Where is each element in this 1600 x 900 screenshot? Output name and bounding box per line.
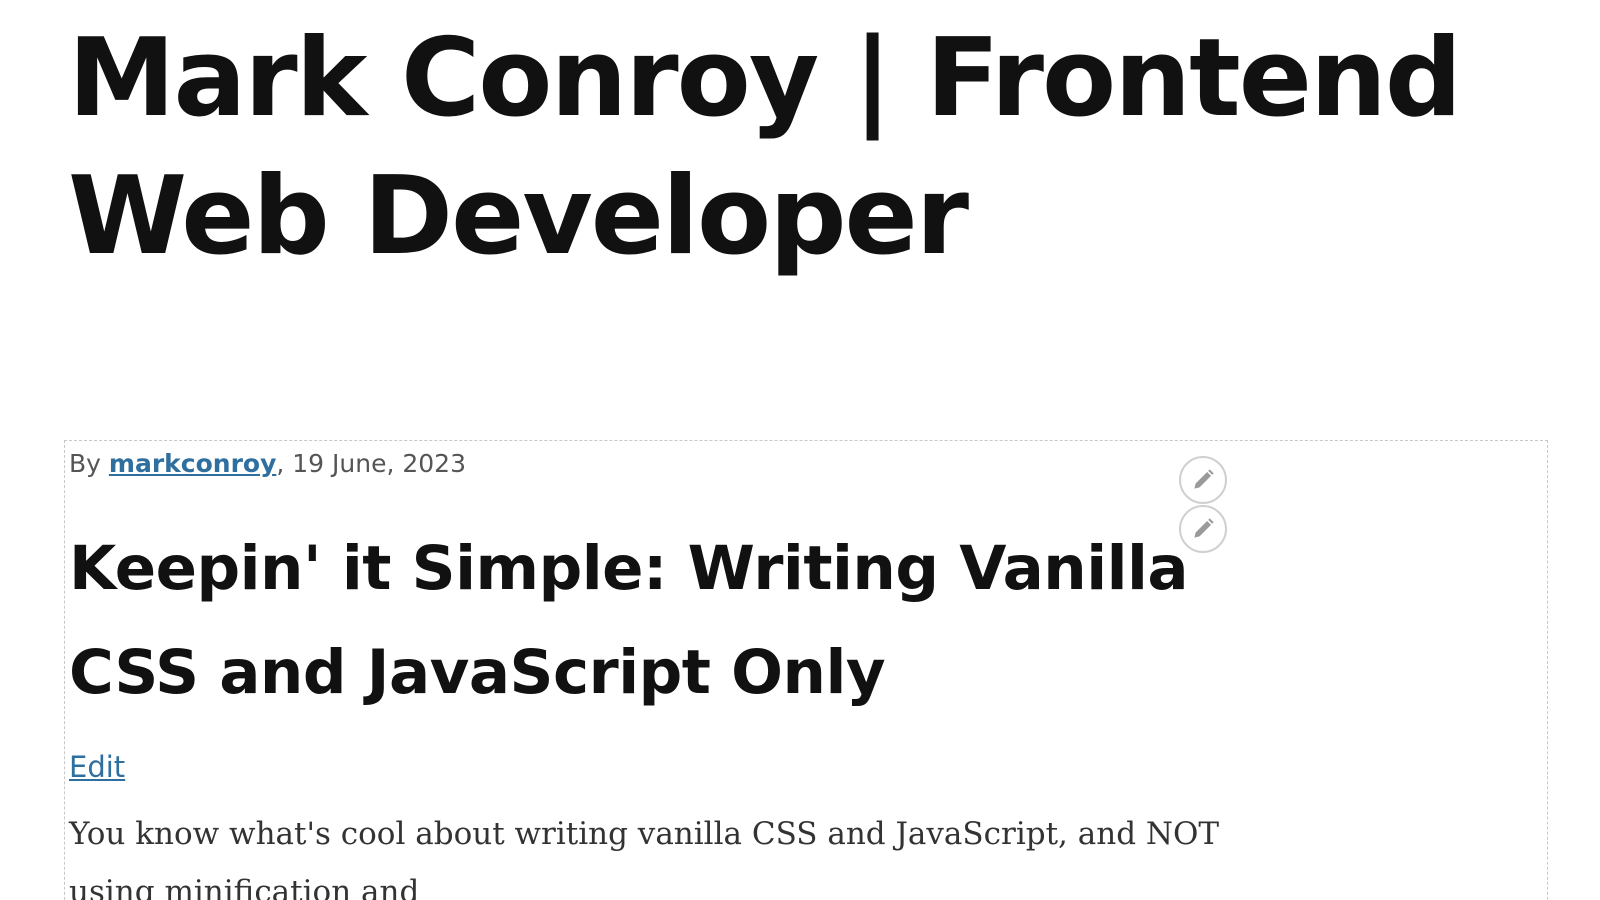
article-teaser: By markconroy, 19 June, 2023 Keepin' it … <box>64 440 1548 900</box>
byline-prefix: By <box>69 449 109 478</box>
site-title: Mark Conroy | Frontend Web Developer <box>68 16 1462 279</box>
edit-link[interactable]: Edit <box>69 749 125 785</box>
author-link[interactable]: markconroy <box>109 449 276 478</box>
article-title[interactable]: Keepin' it Simple: Writing Vanilla CSS a… <box>69 517 1199 725</box>
publish-date: , 19 June, 2023 <box>276 449 466 478</box>
article-body-text: You know what's cool about writing vanil… <box>69 816 1220 900</box>
pencil-icon <box>1194 469 1214 489</box>
byline: By markconroy, 19 June, 2023 <box>69 449 466 479</box>
contextual-edit-button[interactable] <box>1179 456 1227 504</box>
